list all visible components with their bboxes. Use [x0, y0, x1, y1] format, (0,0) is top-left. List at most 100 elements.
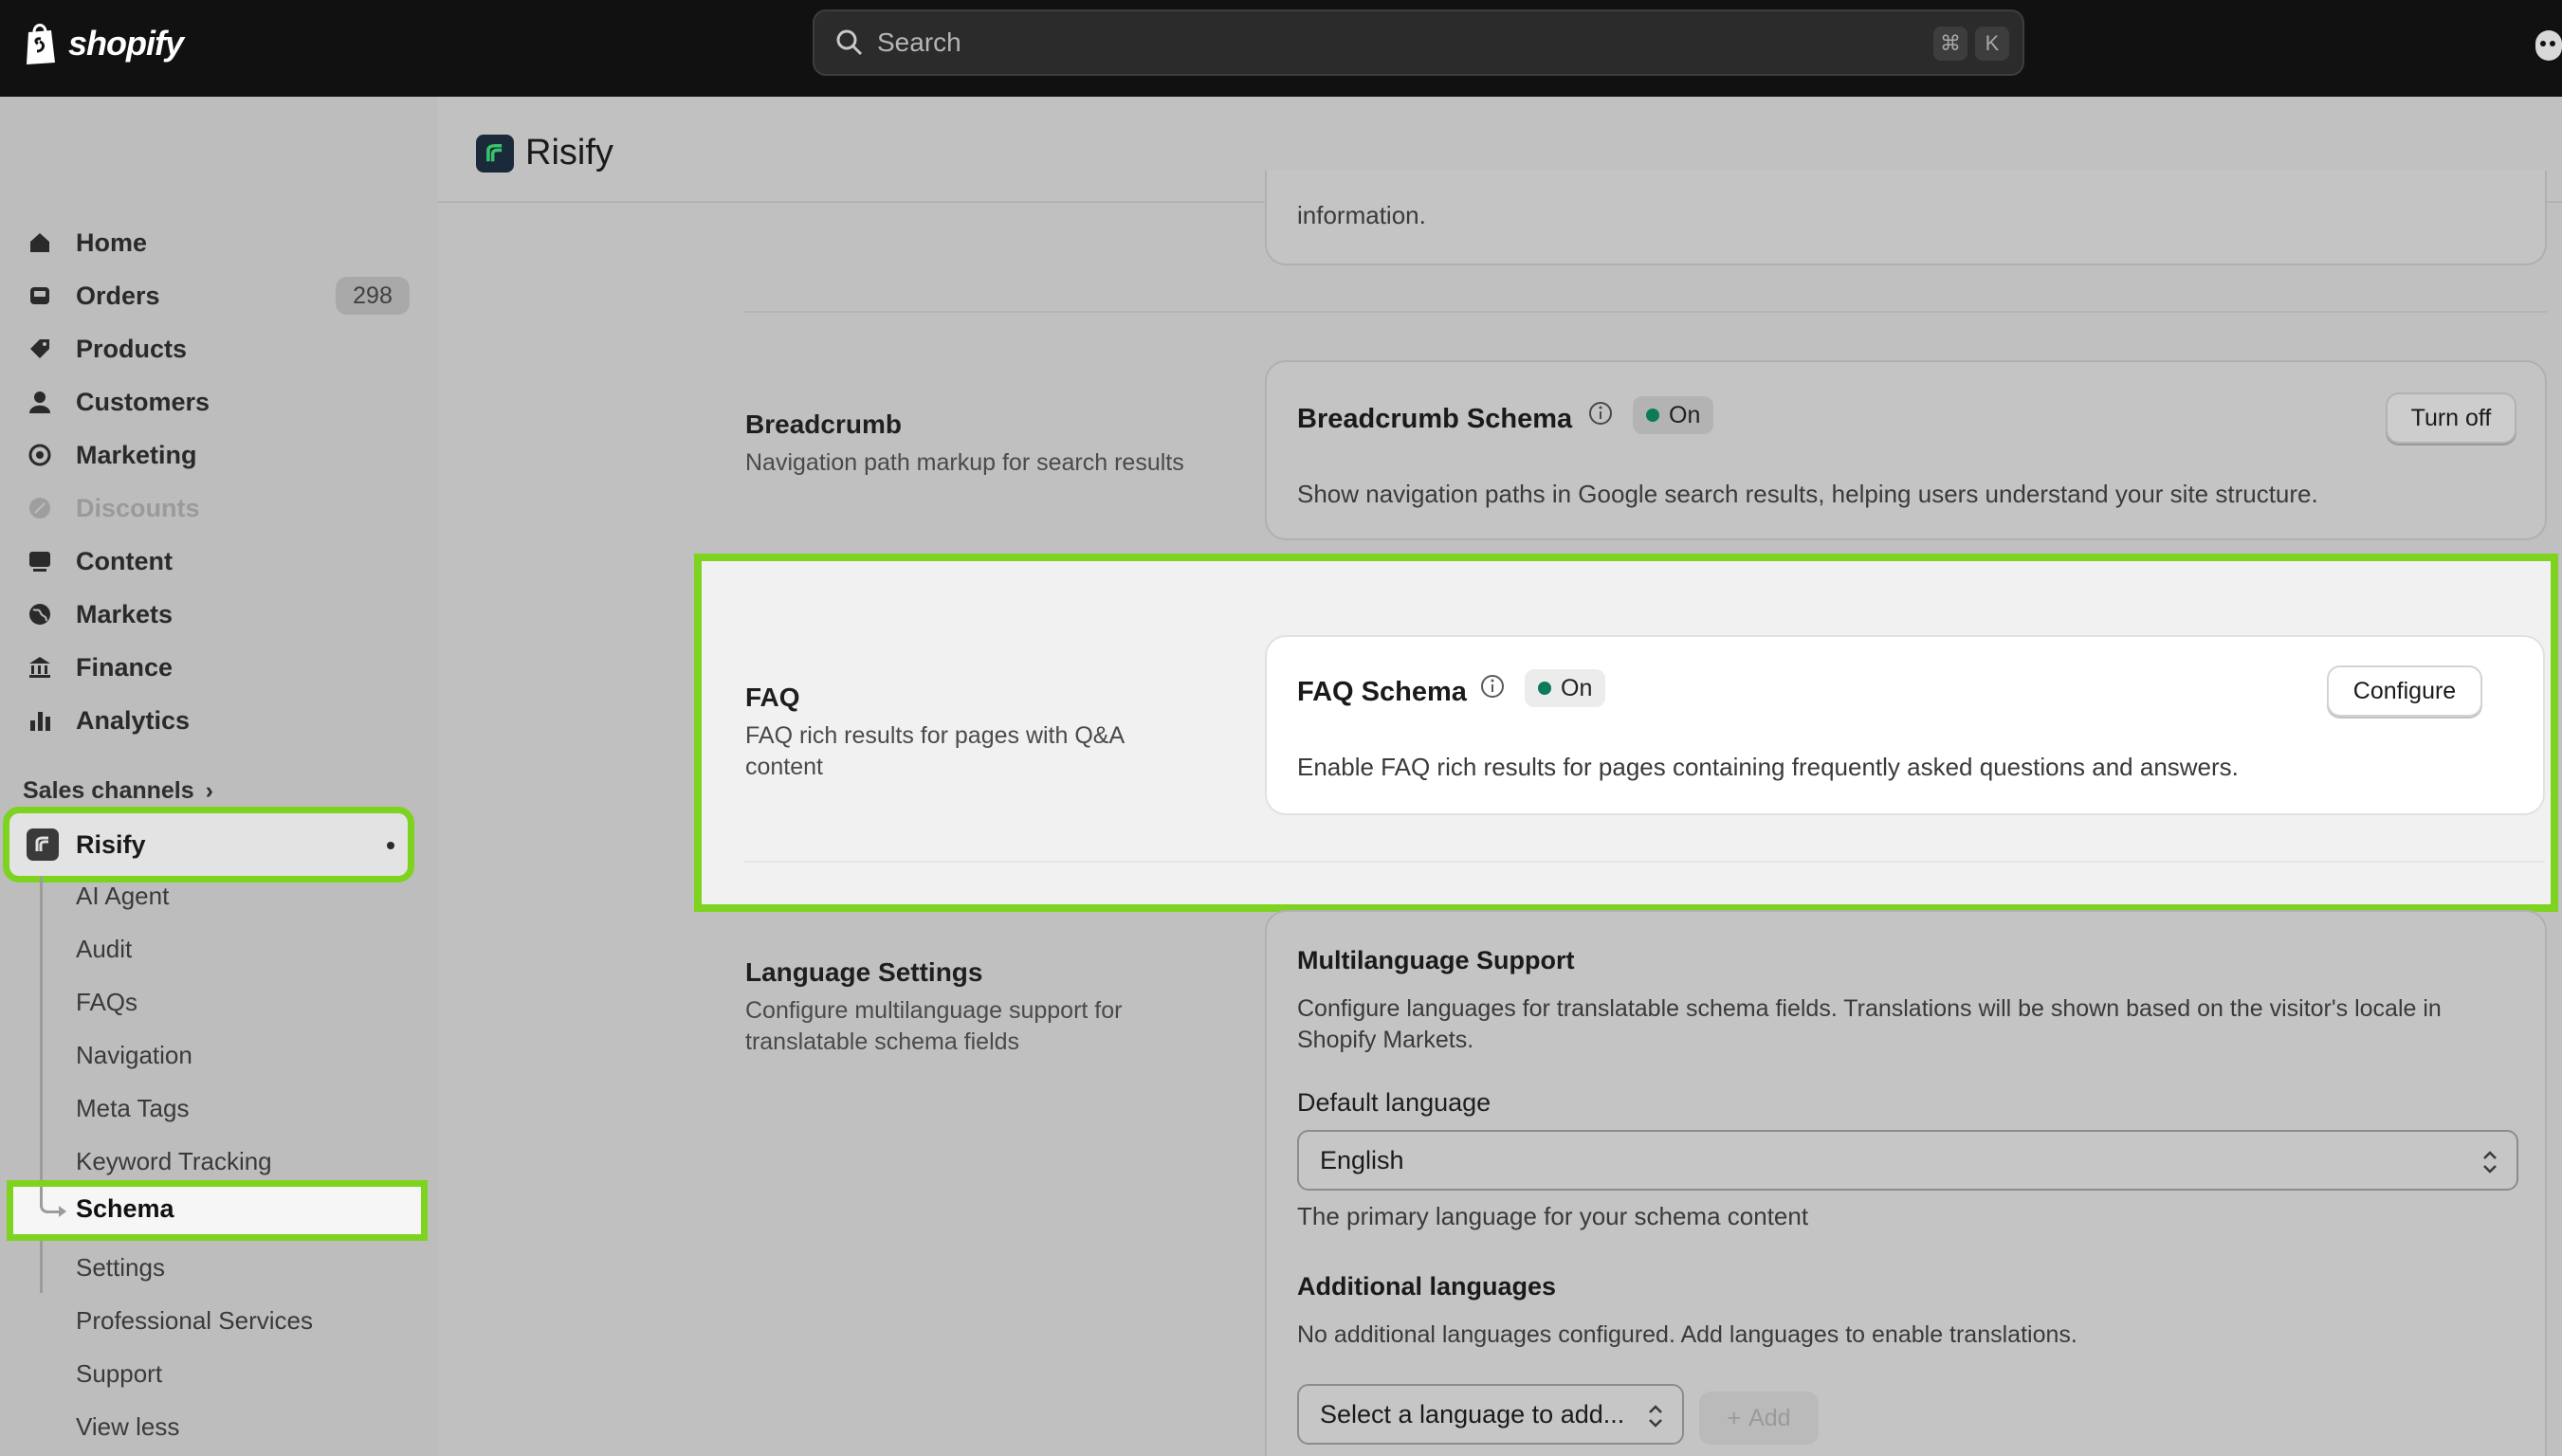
- sidebar-subitem-keyword-tracking[interactable]: Keyword Tracking: [76, 1147, 272, 1176]
- sidebar-item-products[interactable]: Products: [27, 328, 187, 370]
- default-language-label: Default language: [1297, 1088, 1491, 1117]
- faq-card-title: FAQ Schema: [1297, 677, 1467, 707]
- sidebar-subitem-professional-services[interactable]: Professional Services: [76, 1306, 313, 1336]
- sidebar-subitem-view-less[interactable]: View less: [76, 1412, 179, 1442]
- status-text: On: [1669, 401, 1701, 428]
- sidebar-item-label: Home: [76, 228, 148, 257]
- sidebar-item-orders[interactable]: Orders: [27, 275, 160, 317]
- search-placeholder: Search: [877, 27, 961, 57]
- sidebar: Home Orders 298 Products Customers Marke…: [0, 97, 438, 1456]
- info-icon[interactable]: [1479, 673, 1506, 700]
- faq-section: FAQ FAQ rich results for pages with Q&A …: [694, 554, 2558, 912]
- schema-label: Schema: [76, 1194, 174, 1223]
- page-title-text: Risify: [525, 133, 613, 173]
- sales-channels-label: Sales channels: [23, 777, 194, 804]
- globe-icon: [27, 601, 53, 628]
- sidebar-item-customers[interactable]: Customers: [27, 381, 210, 423]
- target-icon: [27, 442, 53, 468]
- sidebar-item-marketing[interactable]: Marketing: [27, 434, 197, 476]
- turn-off-button[interactable]: Turn off: [2386, 392, 2516, 444]
- sidebar-item-label: Analytics: [76, 705, 191, 735]
- add-button-label: Add: [1748, 1404, 1791, 1431]
- search-icon: [836, 29, 863, 56]
- orders-icon: [27, 282, 53, 309]
- sidebar-app-risify[interactable]: Risify: [3, 807, 414, 883]
- sidebar-item-home[interactable]: Home: [27, 222, 147, 264]
- multilanguage-card: Multilanguage Support Configure language…: [1265, 910, 2547, 1456]
- person-icon: [27, 389, 53, 415]
- language-section-desc: Configure multilanguage support for tran…: [745, 997, 1123, 1055]
- info-icon[interactable]: [1587, 400, 1614, 427]
- tag-icon: [27, 336, 53, 362]
- breadcrumb-section-title: Breadcrumb: [745, 410, 902, 439]
- sidebar-item-label: Products: [76, 334, 188, 363]
- language-section-title: Language Settings: [745, 957, 983, 987]
- app-pin-dot: [387, 842, 394, 849]
- configure-button[interactable]: Configure: [2327, 665, 2482, 717]
- add-language-button[interactable]: + Add: [1699, 1392, 1819, 1445]
- account-icon[interactable]: [2534, 28, 2562, 63]
- page-title: Risify: [476, 133, 613, 173]
- sidebar-subitem-navigation[interactable]: Navigation: [76, 1041, 192, 1070]
- sidebar-item-label: Content: [76, 546, 173, 575]
- faq-section-title: FAQ: [745, 682, 800, 712]
- brand-name: shopify: [68, 24, 184, 63]
- status-dot: [1646, 409, 1659, 422]
- status-text: On: [1561, 674, 1593, 701]
- sidebar-subitem-support[interactable]: Support: [76, 1359, 162, 1389]
- sidebar-item-label: Finance: [76, 652, 174, 682]
- default-language-select[interactable]: English: [1297, 1130, 2518, 1191]
- home-icon: [27, 229, 53, 256]
- sidebar-subitem-faqs[interactable]: FAQs: [76, 988, 137, 1017]
- sales-channels-header[interactable]: Sales channels ›: [23, 777, 213, 805]
- sidebar-subitem-meta-tags[interactable]: Meta Tags: [76, 1094, 189, 1123]
- search-input[interactable]: Search ⌘ K: [813, 9, 2024, 76]
- k-key: K: [1975, 27, 2009, 61]
- risify-app-icon: [476, 134, 514, 173]
- breadcrumb-section-desc: Navigation path markup for search result…: [745, 449, 1184, 476]
- plus-icon: +: [1727, 1404, 1742, 1431]
- multilanguage-card-title: Multilanguage Support: [1297, 946, 1575, 974]
- tree-arrow: [59, 1206, 66, 1217]
- select-arrows-icon: [1649, 1405, 1662, 1428]
- content-icon: [27, 548, 53, 574]
- previous-card: information.: [1265, 171, 2547, 265]
- command-key: ⌘: [1933, 27, 1967, 61]
- breadcrumb-card-desc: Show navigation paths in Google search r…: [1297, 480, 2318, 508]
- bank-icon: [27, 654, 53, 681]
- section-divider: [743, 861, 2545, 863]
- sidebar-subitem-schema[interactable]: Schema: [7, 1180, 428, 1241]
- add-language-placeholder: Select a language to add...: [1320, 1399, 1625, 1429]
- discount-icon: [27, 495, 53, 521]
- sidebar-item-label: Discounts: [76, 493, 200, 522]
- risify-app-icon: [27, 828, 59, 861]
- additional-languages-help: No additional languages configured. Add …: [1297, 1321, 2077, 1348]
- sidebar-item-finance[interactable]: Finance: [27, 646, 173, 688]
- sidebar-item-label: Customers: [76, 387, 210, 416]
- sidebar-item-label: Markets: [76, 599, 174, 628]
- add-language-select[interactable]: Select a language to add...: [1297, 1384, 1684, 1445]
- sidebar-item-content[interactable]: Content: [27, 540, 173, 582]
- sidebar-subitem-audit[interactable]: Audit: [76, 935, 132, 964]
- orders-count-badge: 298: [336, 277, 410, 315]
- top-bar: shopify Search ⌘ K: [0, 0, 2562, 97]
- sidebar-item-markets[interactable]: Markets: [27, 593, 173, 635]
- previous-card-text: information.: [1297, 201, 1426, 229]
- status-dot: [1538, 682, 1551, 695]
- sidebar-item-analytics[interactable]: Analytics: [27, 700, 190, 741]
- shopify-logo[interactable]: shopify: [23, 21, 184, 66]
- bar-chart-icon: [27, 707, 53, 734]
- faq-section-desc: FAQ rich results for pages with Q&A cont…: [745, 722, 1124, 780]
- faq-card-desc: Enable FAQ rich results for pages contai…: [1297, 753, 2239, 781]
- faq-schema-card: FAQ Schema On Configure Enable FAQ rich …: [1265, 635, 2545, 815]
- default-language-help: The primary language for your schema con…: [1297, 1202, 1809, 1230]
- breadcrumb-card-title: Breadcrumb Schema: [1297, 404, 1573, 434]
- select-arrows-icon: [2483, 1151, 2497, 1174]
- multilanguage-card-desc: Configure languages for translatable sch…: [1297, 995, 2442, 1053]
- breadcrumb-schema-card: Breadcrumb Schema On Turn off Show navig…: [1265, 360, 2547, 540]
- sidebar-item-discounts: Discounts: [27, 487, 200, 529]
- app-name-label: Risify: [76, 829, 146, 859]
- section-divider: [743, 311, 2547, 313]
- sidebar-subitem-settings[interactable]: Settings: [76, 1253, 165, 1283]
- sidebar-subitem-ai-agent[interactable]: AI Agent: [76, 882, 169, 911]
